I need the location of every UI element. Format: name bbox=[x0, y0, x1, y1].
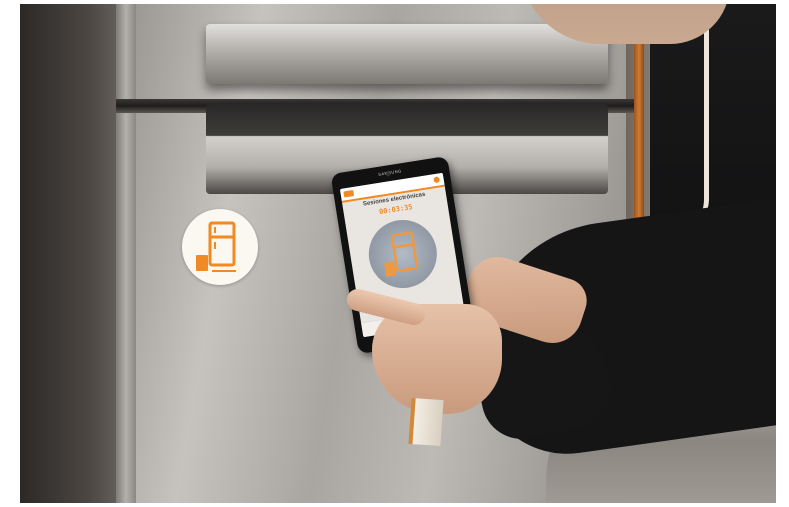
menu-icon[interactable] bbox=[433, 176, 441, 184]
fridge-app-icon bbox=[384, 231, 419, 277]
tablet-camera bbox=[385, 172, 391, 177]
fridge-sticker bbox=[182, 209, 258, 285]
dark-wall bbox=[20, 4, 116, 503]
fridge-edge bbox=[116, 4, 136, 503]
paper-receipt bbox=[408, 397, 444, 447]
photo-scene: SAMSUNG Sesiones electrónicas 00:03:35 bbox=[20, 4, 776, 503]
app-logo bbox=[343, 189, 355, 198]
appliance-button[interactable] bbox=[363, 215, 442, 293]
fridge-sticker-icon bbox=[196, 221, 236, 272]
fridge-handle-upper bbox=[206, 24, 608, 84]
